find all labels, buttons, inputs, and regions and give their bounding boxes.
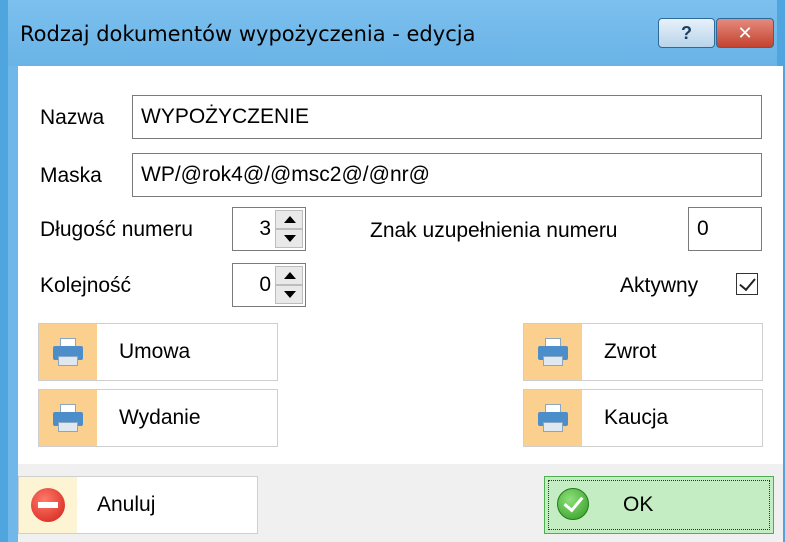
order-down-icon[interactable] xyxy=(275,285,303,304)
number-length-down-icon[interactable] xyxy=(275,229,303,248)
order-up-icon[interactable] xyxy=(275,266,303,285)
printer-icon xyxy=(538,338,568,366)
ok-button[interactable]: OK xyxy=(544,476,774,534)
cancel-button[interactable]: Anuluj xyxy=(18,476,258,534)
name-input[interactable]: WYPOŻYCZENIE xyxy=(132,95,762,139)
help-button[interactable]: ? xyxy=(658,18,715,48)
fill-char-input[interactable]: 0 xyxy=(688,207,762,251)
printer-icon xyxy=(538,404,568,432)
print-contract-button[interactable]: Umowa xyxy=(38,323,278,381)
print-return-button[interactable]: Zwrot xyxy=(523,323,763,381)
window-title: Rodzaj dokumentów wypożyczenia - edycja xyxy=(20,22,476,46)
close-button[interactable]: ✕ xyxy=(716,18,774,48)
print-return-label: Zwrot xyxy=(604,340,657,363)
print-deposit-label: Kaucja xyxy=(604,406,669,429)
cancel-iconbox xyxy=(19,477,77,533)
print-issue-label: Wydanie xyxy=(119,406,201,429)
printer-icon xyxy=(53,404,83,432)
number-length-arrows xyxy=(275,210,303,248)
number-length-up-icon[interactable] xyxy=(275,210,303,229)
print-deposit-button[interactable]: Kaucja xyxy=(523,389,763,447)
print-contract-iconbox xyxy=(39,324,97,380)
fill-char-label: Znak uzupełnienia numeru xyxy=(370,219,618,242)
mask-label: Maska xyxy=(40,164,102,187)
order-value: 0 xyxy=(259,273,271,296)
ok-label: OK xyxy=(623,493,654,516)
cancel-icon xyxy=(31,488,65,522)
print-issue-iconbox xyxy=(39,390,97,446)
active-label: Aktywny xyxy=(620,274,699,297)
name-label: Nazwa xyxy=(40,106,105,129)
mask-input[interactable]: WP/@rok4@/@msc2@/@nr@ xyxy=(132,153,762,197)
print-issue-button[interactable]: Wydanie xyxy=(38,389,278,447)
print-return-iconbox xyxy=(524,324,582,380)
dialog-client-area: Nazwa WYPOŻYCZENIE Maska WP/@rok4@/@msc2… xyxy=(18,66,783,542)
order-label: Kolejność xyxy=(40,274,132,297)
number-length-stepper[interactable]: 3 xyxy=(232,207,306,251)
print-contract-label: Umowa xyxy=(119,340,191,363)
printer-icon xyxy=(53,338,83,366)
form-panel: Nazwa WYPOŻYCZENIE Maska WP/@rok4@/@msc2… xyxy=(18,66,783,464)
active-checkbox[interactable] xyxy=(736,273,758,295)
print-deposit-iconbox xyxy=(524,390,582,446)
cancel-label: Anuluj xyxy=(97,493,156,516)
order-arrows xyxy=(275,266,303,304)
title-bar[interactable]: Rodzaj dokumentów wypożyczenia - edycja … xyxy=(8,0,777,66)
number-length-value: 3 xyxy=(259,217,271,240)
close-icon: ✕ xyxy=(737,23,753,43)
order-stepper[interactable]: 0 xyxy=(232,263,306,307)
number-length-label: Długość numeru xyxy=(40,218,193,241)
help-icon: ? xyxy=(681,23,692,43)
ok-check-icon xyxy=(557,488,589,520)
